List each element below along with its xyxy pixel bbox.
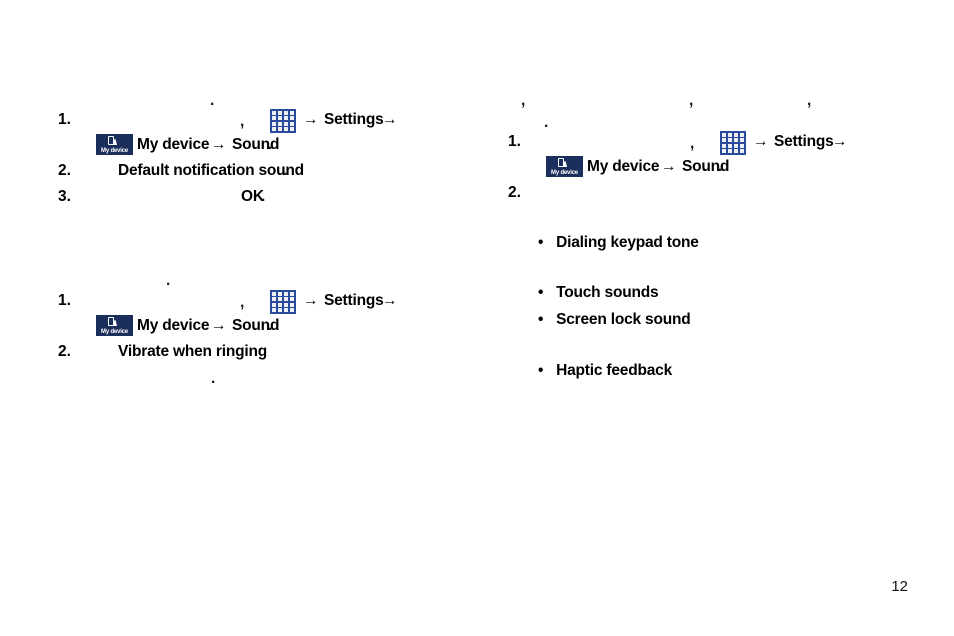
left-s1-step3-number: 3. — [58, 188, 71, 205]
right-step1-number: 1. — [508, 133, 521, 150]
left-s1-step2-bold-text: Default notification sound — [118, 162, 304, 179]
apps-grid-icon-shape — [270, 109, 296, 133]
my-device-icon-label: My device — [101, 148, 128, 154]
my-device-tab-icon-shape: My device — [96, 134, 133, 155]
my-device-tab-icon-shape: My device — [546, 156, 583, 177]
right-intro-comma-two: , — [689, 92, 694, 109]
my-device-icon-label: My device — [551, 170, 578, 176]
right-step1-arrow-c: → — [661, 158, 677, 175]
right-intro-comma-three: , — [807, 92, 812, 109]
right-step1-mydevice-label: My device — [587, 158, 660, 175]
page-number: 12 — [891, 578, 908, 595]
bullet-label: Screen lock sound — [556, 311, 691, 328]
apps-grid-icon[interactable] — [270, 290, 296, 314]
left-section-one-intro-period: . — [210, 92, 215, 109]
right-step1-comma: , — [690, 135, 695, 152]
right-step1-period: . — [718, 158, 723, 175]
left-s1-step2-period: . — [283, 162, 288, 179]
left-section-two-intro-period: . — [166, 272, 171, 289]
left-s1-step3-period: . — [261, 188, 266, 205]
right-intro-period: . — [544, 114, 549, 131]
right-step2-number: 2. — [508, 184, 521, 201]
apps-grid-icon[interactable] — [720, 131, 746, 155]
left-s2-step2-number: 2. — [58, 343, 71, 360]
phone-person-icon — [108, 136, 117, 146]
my-device-tab-icon-shape: My device — [96, 315, 133, 336]
bullet-item-screen-lock-sound: • Screen lock sound — [538, 311, 691, 329]
left-s1-step1-arrow-c: → — [211, 136, 227, 153]
apps-grid-icon[interactable] — [270, 109, 296, 133]
phone-person-icon — [558, 158, 567, 168]
left-s2-step2-trailing-period: . — [211, 370, 216, 387]
bullet-icon: • — [538, 362, 544, 379]
left-s2-step1-arrow-a: → — [303, 292, 319, 309]
bullet-item-touch-sounds: • Touch sounds — [538, 284, 659, 302]
bullet-item-dialing-keypad-tone: • Dialing keypad tone — [538, 234, 699, 252]
right-column: , , , . 1. , → Settings → My device My d… — [508, 0, 928, 636]
my-device-tab-icon[interactable]: My device — [96, 134, 133, 155]
my-device-tab-icon[interactable]: My device — [96, 315, 133, 336]
left-s1-step1-number: 1. — [58, 111, 71, 128]
bullet-label: Haptic feedback — [556, 362, 672, 379]
my-device-icon-label: My device — [101, 329, 128, 335]
left-s2-step1-number: 1. — [58, 292, 71, 309]
right-step1-arrow-a: → — [753, 133, 769, 150]
left-s1-step1-arrow-b: → — [382, 111, 398, 128]
left-s1-step1-settings-label: Settings — [324, 111, 384, 128]
bullet-icon: • — [538, 234, 544, 251]
phone-person-icon — [108, 317, 117, 327]
left-s1-step1-mydevice-label: My device — [137, 136, 210, 153]
left-s2-step1-mydevice-label: My device — [137, 317, 210, 334]
right-step1-settings-label: Settings — [774, 133, 834, 150]
left-s2-step1-comma: , — [240, 294, 245, 311]
left-s2-step1-arrow-c: → — [211, 317, 227, 334]
left-s1-step2-number: 2. — [58, 162, 71, 179]
right-intro-comma-one: , — [521, 92, 526, 109]
bullet-item-haptic-feedback: • Haptic feedback — [538, 362, 672, 380]
bullet-label: Touch sounds — [556, 284, 659, 301]
apps-grid-icon-shape — [720, 131, 746, 155]
bullet-icon: • — [538, 284, 544, 301]
right-step1-arrow-b: → — [832, 133, 848, 150]
apps-grid-icon-shape — [270, 290, 296, 314]
left-s2-step2-bold-text: Vibrate when ringing — [118, 343, 268, 360]
left-s1-step1-period: . — [268, 136, 273, 153]
left-s1-step1-comma: , — [240, 113, 245, 130]
manual-page: . 1. , → Settings → My device My device … — [0, 0, 954, 636]
left-column: . 1. , → Settings → My device My device … — [58, 0, 478, 636]
left-s2-step1-period: . — [268, 317, 273, 334]
bullet-icon: • — [538, 311, 544, 328]
my-device-tab-icon[interactable]: My device — [546, 156, 583, 177]
bullet-label: Dialing keypad tone — [556, 234, 699, 251]
left-s2-step1-arrow-b: → — [382, 292, 398, 309]
left-s2-step1-settings-label: Settings — [324, 292, 384, 309]
left-s1-step1-arrow-a: → — [303, 111, 319, 128]
